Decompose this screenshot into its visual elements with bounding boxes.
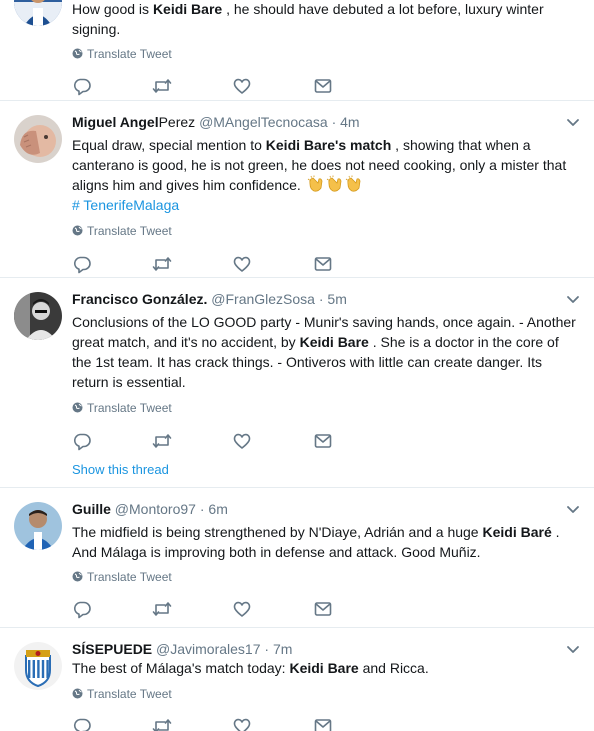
retweet-icon[interactable]: [151, 599, 173, 619]
tweet-text: How good is Keidi Bare , he should have …: [72, 0, 582, 39]
show-thread-link[interactable]: Show this thread: [72, 462, 169, 477]
display-name[interactable]: Guille: [72, 501, 111, 517]
user-handle[interactable]: @Javimorales17: [156, 641, 260, 657]
tweet-card[interactable]: Guille @Montoro97 · 6m The midfield is be…: [0, 488, 594, 628]
user-handle[interactable]: @FranGlezSosa: [211, 291, 315, 307]
tweet-text-segment: and Ricca.: [358, 660, 429, 676]
tweet-actions: [72, 76, 372, 96]
separator-dot: ·: [318, 291, 324, 307]
chevron-down-icon[interactable]: [566, 642, 580, 653]
tweet-card[interactable]: How good is Keidi Bare , he should have …: [0, 0, 594, 101]
separator-dot: ·: [199, 501, 205, 517]
reply-icon[interactable]: [72, 716, 94, 731]
separator-dot: ·: [331, 114, 337, 130]
translate-label: Translate Tweet: [87, 224, 172, 238]
heart-icon[interactable]: [232, 431, 254, 451]
timeline: How good is Keidi Bare , he should have …: [0, 0, 594, 731]
display-name[interactable]: Francisco González.: [72, 291, 207, 307]
message-icon[interactable]: [313, 431, 335, 451]
malaga-crest-avatar[interactable]: [14, 642, 62, 690]
user-handle[interactable]: @MAngelTecnocasa: [199, 114, 328, 130]
highlighted-term: Keidi Bare's match: [265, 137, 392, 153]
tweet-card[interactable]: Miguel AngelPerez @MAngelTecnocasa · 4m E…: [0, 101, 594, 278]
tweet-text: Conclusions of the LO GOOD party - Munir…: [72, 312, 582, 392]
player-blue-avatar[interactable]: [14, 502, 62, 550]
tweet-card[interactable]: SÍSEPUEDE @Javimorales17 · 7m The best of…: [0, 628, 594, 731]
heart-icon[interactable]: [232, 76, 254, 96]
man-avatar[interactable]: [14, 292, 62, 340]
retweet-icon[interactable]: [151, 431, 173, 451]
translate-tweet-link[interactable]: Translate Tweet: [72, 686, 172, 702]
retweet-icon[interactable]: [151, 76, 173, 96]
reply-icon[interactable]: [72, 431, 94, 451]
translate-label: Translate Tweet: [87, 47, 172, 61]
highlighted-term: Keidi Bare: [299, 334, 369, 350]
hashtag-link[interactable]: # TenerifeMalaga: [72, 195, 582, 215]
tweet-header: SÍSEPUEDE @Javimorales17 · 7m: [72, 640, 292, 658]
display-name[interactable]: SÍSEPUEDE: [72, 641, 152, 657]
reply-icon[interactable]: [72, 599, 94, 619]
tweet-text-segment: The best of Málaga's match today:: [72, 660, 290, 676]
tweet-text: The best of Málaga's match today: Keidi …: [72, 658, 582, 678]
translate-label: Translate Tweet: [87, 401, 172, 415]
globe-icon: [72, 401, 83, 413]
translate-label: Translate Tweet: [87, 570, 172, 584]
globe-icon: [72, 687, 83, 699]
tweet-header: Miguel AngelPerez @MAngelTecnocasa · 4m: [72, 113, 360, 131]
translate-tweet-link[interactable]: Translate Tweet: [72, 400, 172, 416]
display-name-rest[interactable]: Perez: [159, 114, 196, 130]
separator-dot: ·: [264, 641, 270, 657]
display-name[interactable]: Miguel Angel: [72, 114, 159, 130]
tweet-text: The midfield is being strengthened by N'…: [72, 522, 582, 562]
heart-icon[interactable]: [232, 599, 254, 619]
tweet-text: Equal draw, special mention to Keidi Bar…: [72, 135, 582, 198]
highlighted-term: Keidi Baré: [482, 524, 552, 540]
highlighted-term: Keidi Bare: [289, 660, 359, 676]
globe-icon: [72, 570, 83, 582]
reply-icon[interactable]: [72, 76, 94, 96]
translate-label: Translate Tweet: [87, 687, 172, 701]
tweet-text-segment: The midfield is being strengthened by N'…: [72, 524, 483, 540]
hand-face-avatar[interactable]: [14, 115, 62, 163]
tweet-header: Francisco González. @FranGlezSosa · 5m: [72, 290, 347, 308]
tweet-actions: [72, 431, 372, 451]
globe-icon: [72, 224, 83, 236]
tweet-timestamp[interactable]: 7m: [273, 641, 292, 657]
tweet-actions: [72, 254, 372, 274]
chevron-down-icon[interactable]: [566, 502, 580, 513]
translate-tweet-link[interactable]: Translate Tweet: [72, 569, 172, 585]
retweet-icon[interactable]: [151, 716, 173, 731]
chevron-down-icon[interactable]: [566, 115, 580, 126]
highlighted-term: Keidi Bare: [152, 1, 223, 17]
tweet-timestamp[interactable]: 5m: [327, 291, 346, 307]
translate-tweet-link[interactable]: Translate Tweet: [72, 46, 172, 62]
heart-icon[interactable]: [232, 254, 254, 274]
message-icon[interactable]: [313, 716, 335, 731]
tweet-timestamp[interactable]: 4m: [340, 114, 359, 130]
heart-icon[interactable]: [232, 716, 254, 731]
tweet-card[interactable]: Francisco González. @FranGlezSosa · 5m Co…: [0, 278, 594, 488]
globe-icon: [72, 47, 83, 59]
tweet-text-segment: How good is: [72, 1, 153, 17]
chevron-down-icon[interactable]: [566, 292, 580, 303]
tweet-timestamp[interactable]: 6m: [208, 501, 227, 517]
user-handle[interactable]: @Montoro97: [115, 501, 196, 517]
message-icon[interactable]: [313, 254, 335, 274]
reply-icon[interactable]: [72, 254, 94, 274]
tweet-actions: [72, 716, 372, 731]
tweet-actions: [72, 599, 372, 619]
tweet-text-segment: Equal draw, special mention to: [72, 137, 266, 153]
message-icon[interactable]: [313, 599, 335, 619]
player-avatar[interactable]: [14, 0, 62, 26]
tweet-header: Guille @Montoro97 · 6m: [72, 500, 228, 518]
message-icon[interactable]: [313, 76, 335, 96]
translate-tweet-link[interactable]: Translate Tweet: [72, 223, 172, 239]
retweet-icon[interactable]: [151, 254, 173, 274]
